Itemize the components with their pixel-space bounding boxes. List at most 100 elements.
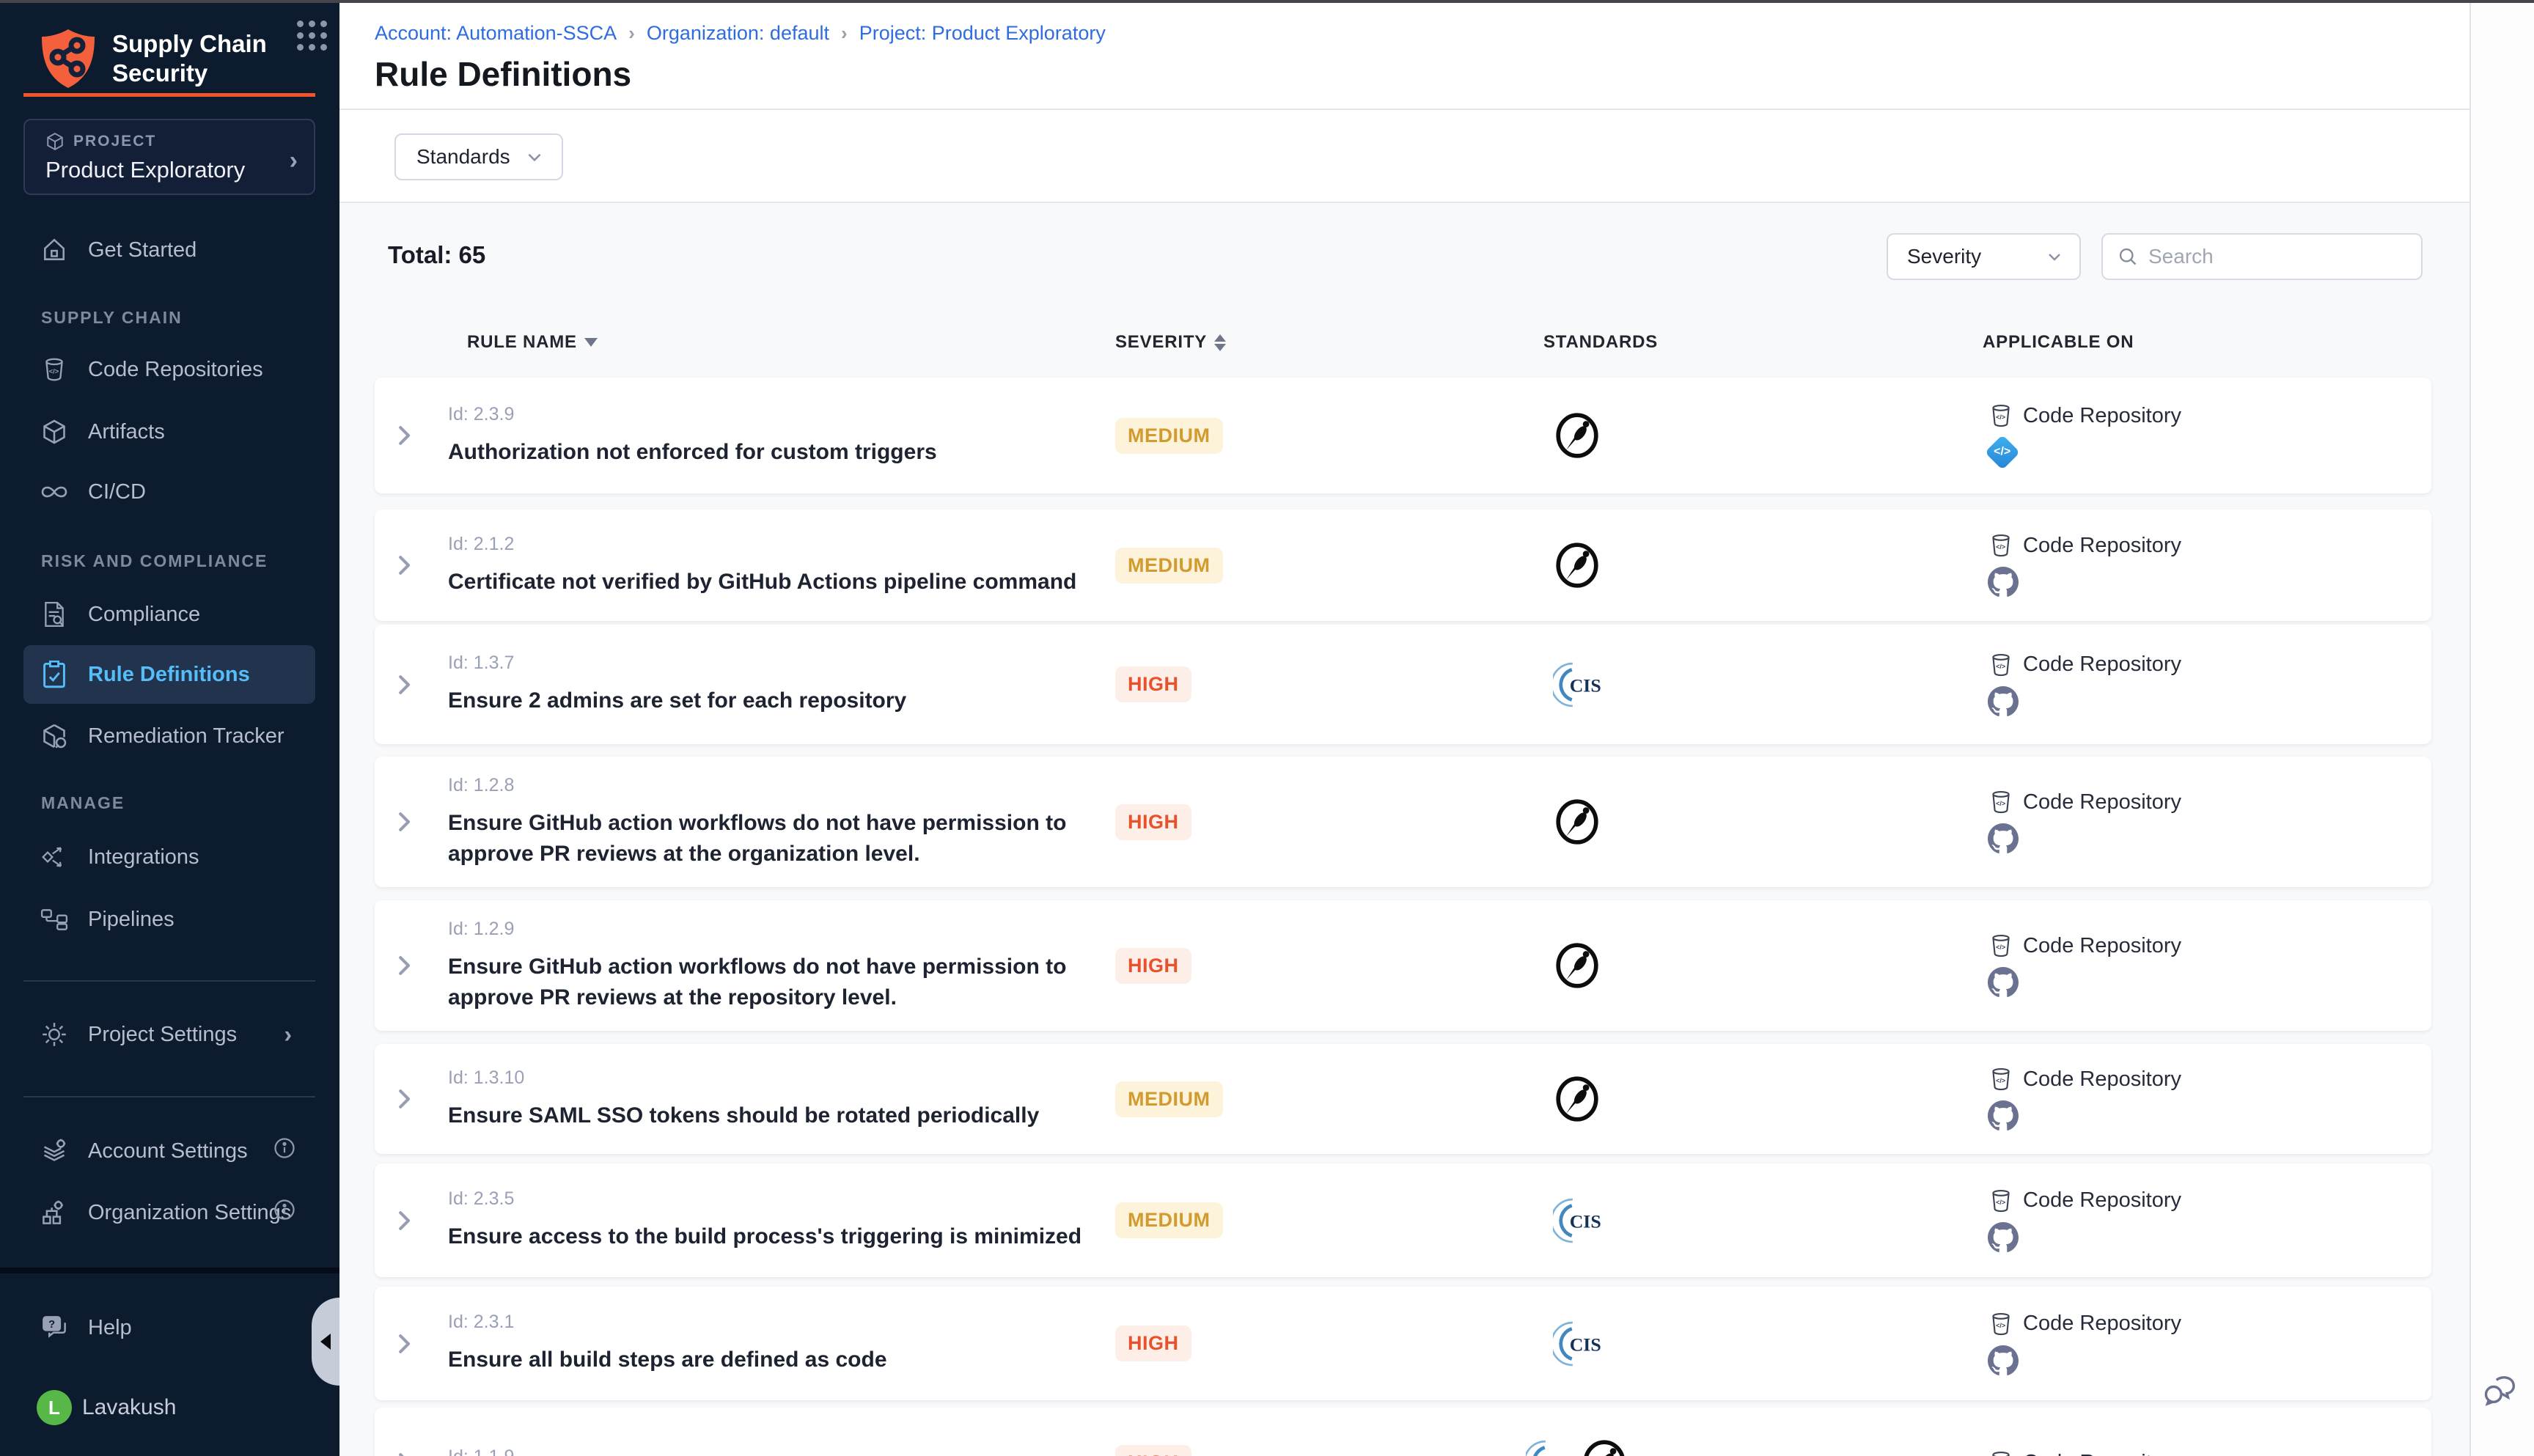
sidebar-item-label: Rule Definitions [88,663,250,687]
provider-icons [1988,1100,2431,1132]
user-name[interactable]: Lavakush [82,1395,176,1420]
standards-dropdown[interactable]: Standards [394,133,563,180]
sidebar-item-rule-definitions[interactable]: Rule Definitions [23,645,315,704]
rule-row[interactable]: Id: 1.3.10 Ensure SAML SSO tokens should… [375,1044,2431,1154]
app-root: Supply Chain Security PROJECT Product Ex… [0,0,2534,1456]
brand-underline [23,93,315,97]
applicable-on-label: Code Repository [2023,652,2181,677]
share-icon [40,842,69,872]
rule-row[interactable]: Id: 1.1.9 HIGH CIS </> Code Repository [375,1408,2431,1456]
column-label: SEVERITY [1115,332,1207,353]
rule-name: Ensure all build steps are defined as co… [448,1345,1093,1375]
rule-name: Ensure access to the build process's tri… [448,1221,1093,1252]
sidebar-item-code-repositories[interactable]: </> Code Repositories [23,347,325,392]
home-icon [40,235,69,265]
cube-icon [45,132,65,151]
column-header-rule-name[interactable]: RULE NAME [433,332,1093,353]
severity-badge: HIGH [1115,666,1191,702]
sidebar: Supply Chain Security PROJECT Product Ex… [0,0,339,1456]
chevron-down-icon [525,147,544,166]
rule-row[interactable]: Id: 2.3.5 Ensure access to the build pro… [375,1163,2431,1277]
page-header: Account: Automation-SSCA › Organization:… [339,3,2469,110]
standards-cell [1394,378,1760,493]
rule-name: Ensure SAML SSO tokens should be rotated… [448,1100,1093,1131]
github-icon [1988,967,2019,998]
rule-row[interactable]: Id: 1.2.9 Ensure GitHub action workflows… [375,900,2431,1031]
code-repository-icon: </> [1988,532,2014,559]
applicable-on-cell: </> Code Repository [1760,510,2431,621]
rule-row[interactable]: Id: 2.1.2 Certificate not verified by Gi… [375,510,2431,621]
info-icon[interactable] [273,1137,295,1165]
sidebar-item-label: Organization Settings [88,1201,291,1225]
expand-chevron-icon[interactable] [393,952,415,979]
github-icon [1988,1345,2019,1376]
breadcrumb-project-link[interactable]: Project: Product Exploratory [859,22,1106,45]
expand-chevron-icon[interactable] [393,1086,415,1112]
rule-id: Id: 1.3.7 [448,652,1093,674]
expand-chevron-icon[interactable] [393,552,415,578]
expand-chevron-icon[interactable] [393,672,415,698]
sidebar-item-get-started[interactable]: Get Started [23,227,325,273]
breadcrumb-account-link[interactable]: Account: Automation-SSCA [375,22,617,45]
expand-chevron-icon[interactable] [393,1449,415,1456]
search-input[interactable] [2148,245,2390,268]
applicable-on-label: Code Repository [2023,404,2181,428]
clipboard-check-icon [40,660,69,689]
project-label: PROJECT [73,133,156,150]
cis-icon: CIS [1526,1438,1574,1456]
provider-icons: </> [1988,436,2431,468]
expand-chevron-icon[interactable] [393,809,415,835]
user-avatar[interactable]: L [37,1390,72,1425]
sidebar-item-help[interactable]: ? Help [23,1305,325,1350]
rule-row[interactable]: Id: 2.3.9 Authorization not enforced for… [375,378,2431,493]
project-selector[interactable]: PROJECT Product Exploratory › [23,119,315,195]
app-switcher-grid-icon[interactable] [293,16,331,54]
applicable-on-cell: </> Code Repository </> [1760,378,2431,493]
rule-id: Id: 2.3.5 [448,1188,1093,1210]
breadcrumb-organization-link[interactable]: Organization: default [647,22,829,45]
sidebar-item-label: Help [88,1316,132,1340]
chevron-separator-icon: › [628,22,635,45]
expand-chevron-icon[interactable] [393,1331,415,1357]
sidebar-item-cicd[interactable]: CI/CD [23,469,325,515]
chevron-right-icon: › [290,147,298,175]
expand-chevron-icon[interactable] [393,422,415,449]
rule-row[interactable]: Id: 1.3.7 Ensure 2 admins are set for ea… [375,625,2431,744]
app-logo: Supply Chain Security [40,28,317,89]
section-manage: MANAGE [41,793,125,813]
owasp-icon [1580,1438,1628,1456]
rule-row[interactable]: Id: 2.3.1 Ensure all build steps are def… [375,1287,2431,1400]
rule-name: Authorization not enforced for custom tr… [448,437,1093,468]
sidebar-item-project-settings[interactable]: Project Settings › [23,1012,325,1057]
svg-text:</>: </> [1996,662,2005,669]
applicable-on-cell: </> Code Repository [1760,625,2431,744]
harness-code-icon: </> [1985,435,2020,470]
column-header-applicable-on[interactable]: APPLICABLE ON [1760,332,2431,353]
sidebar-item-integrations[interactable]: Integrations [23,834,325,880]
sidebar-item-artifacts[interactable]: Artifacts [23,409,325,455]
rule-row[interactable]: Id: 1.2.8 Ensure GitHub action workflows… [375,757,2431,887]
sidebar-item-label: Artifacts [88,420,165,444]
column-label: RULE NAME [467,332,577,353]
sidebar-item-label: Integrations [88,845,199,869]
chat-support-icon[interactable] [2481,1372,2519,1411]
column-header-standards[interactable]: STANDARDS [1394,332,1760,353]
owasp-icon [1553,1075,1601,1123]
sidebar-collapse-handle[interactable] [312,1298,339,1386]
box-wrench-icon [40,721,69,751]
sidebar-item-pipelines[interactable]: Pipelines [23,897,325,942]
sidebar-item-compliance[interactable]: Compliance [23,592,325,637]
layers-gear-icon [40,1136,69,1166]
sidebar-item-label: CI/CD [88,480,146,504]
applicable-on-cell: </> Code Repository [1760,1163,2431,1277]
expand-chevron-icon[interactable] [393,1207,415,1234]
severity-dropdown[interactable]: Severity [1887,233,2081,280]
sidebar-item-organization-settings[interactable]: Organization Settings [23,1190,325,1235]
column-header-severity[interactable]: SEVERITY [1093,332,1394,353]
rule-id: Id: 1.2.8 [448,775,1093,796]
sidebar-item-account-settings[interactable]: Account Settings [23,1128,325,1174]
severity-badge: HIGH [1115,948,1191,984]
page-title: Rule Definitions [375,54,631,94]
sidebar-item-remediation-tracker[interactable]: Remediation Tracker [23,713,325,759]
info-icon[interactable] [273,1199,295,1227]
